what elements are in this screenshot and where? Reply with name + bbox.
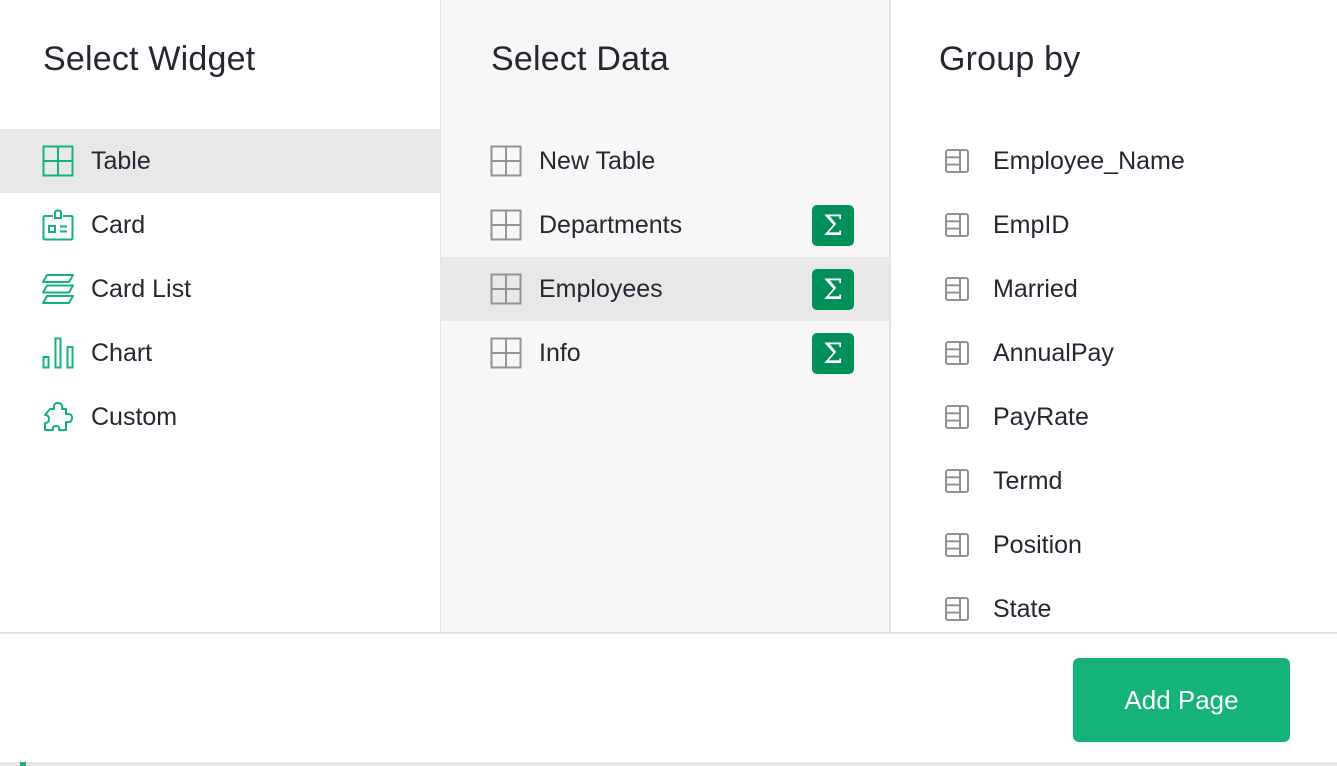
widget-item-custom[interactable]: Custom	[0, 385, 440, 449]
group-by-item[interactable]: PayRate	[891, 385, 1337, 449]
field-icon	[941, 401, 973, 433]
group-by-pane: Group by Employee_Name EmpID Married Ann…	[891, 0, 1337, 632]
widget-item-table[interactable]: Table	[0, 129, 440, 193]
widget-item-card-list[interactable]: Card List	[0, 257, 440, 321]
underlying-accent-mark	[20, 762, 26, 766]
group-by-item[interactable]: EmpID	[891, 193, 1337, 257]
data-item-label: Departments	[539, 210, 683, 239]
data-item-label: Employees	[539, 274, 663, 303]
summary-table-button[interactable]: Σ	[812, 205, 854, 246]
widget-item-label: Card List	[91, 274, 192, 303]
group-by-label: Married	[993, 274, 1078, 303]
group-by-label: Employee_Name	[993, 146, 1185, 175]
select-widget-pane: Select Widget Table Card Card List Chart…	[0, 0, 441, 632]
table-icon	[490, 209, 522, 241]
widget-item-label: Custom	[91, 402, 178, 431]
widget-item-card[interactable]: Card	[0, 193, 440, 257]
sigma-icon: Σ	[823, 208, 843, 242]
group-by-item[interactable]: State	[891, 577, 1337, 632]
custom-puzzle-icon	[42, 401, 74, 433]
group-by-item[interactable]: Married	[891, 257, 1337, 321]
field-icon	[941, 465, 973, 497]
data-list: New Table Departments Σ Employees Σ Info…	[441, 129, 889, 385]
field-icon	[941, 529, 973, 561]
table-icon	[490, 337, 522, 369]
group-by-item[interactable]: Termd	[891, 449, 1337, 513]
group-by-title: Group by	[939, 40, 1081, 78]
group-by-label: AnnualPay	[993, 338, 1114, 367]
field-icon	[941, 337, 973, 369]
add-page-picker: Select Widget Table Card Card List Chart…	[0, 0, 1337, 634]
group-by-item[interactable]: Position	[891, 513, 1337, 577]
field-icon	[941, 209, 973, 241]
widget-item-label: Chart	[91, 338, 153, 367]
table-icon	[490, 145, 522, 177]
select-data-title: Select Data	[491, 40, 669, 78]
group-by-label: State	[993, 594, 1052, 623]
select-data-pane: Select Data New Table Departments Σ Empl…	[441, 0, 891, 632]
group-by-item[interactable]: AnnualPay	[891, 321, 1337, 385]
data-item-info[interactable]: Info Σ	[441, 321, 889, 385]
widget-item-label: Table	[91, 146, 151, 175]
group-by-label: Position	[993, 530, 1082, 559]
add-page-button[interactable]: Add Page	[1073, 658, 1290, 742]
field-icon	[941, 145, 973, 177]
field-icon	[941, 593, 973, 625]
data-item-employees[interactable]: Employees Σ	[441, 257, 889, 321]
group-by-label: EmpID	[993, 210, 1070, 239]
widget-item-label: Card	[91, 210, 146, 239]
underlying-content-strip	[0, 762, 1337, 766]
data-item-label: New Table	[539, 146, 656, 175]
sigma-icon: Σ	[823, 272, 843, 306]
chart-icon	[42, 337, 74, 369]
table-icon	[42, 145, 74, 177]
group-by-list: Employee_Name EmpID Married AnnualPay Pa…	[891, 129, 1337, 632]
select-widget-title: Select Widget	[43, 40, 256, 78]
data-item-new-table[interactable]: New Table	[441, 129, 889, 193]
data-item-label: Info	[539, 338, 581, 367]
picker-footer: Add Page	[0, 636, 1337, 762]
widget-list: Table Card Card List Chart Custom	[0, 129, 440, 449]
sigma-icon: Σ	[823, 336, 843, 370]
group-by-item[interactable]: Employee_Name	[891, 129, 1337, 193]
table-icon	[490, 273, 522, 305]
summary-table-button[interactable]: Σ	[812, 333, 854, 374]
card-list-icon	[42, 273, 74, 305]
widget-item-chart[interactable]: Chart	[0, 321, 440, 385]
card-icon	[42, 209, 74, 241]
field-icon	[941, 273, 973, 305]
group-by-label: Termd	[993, 466, 1063, 495]
summary-table-button[interactable]: Σ	[812, 269, 854, 310]
data-item-departments[interactable]: Departments Σ	[441, 193, 889, 257]
group-by-label: PayRate	[993, 402, 1089, 431]
